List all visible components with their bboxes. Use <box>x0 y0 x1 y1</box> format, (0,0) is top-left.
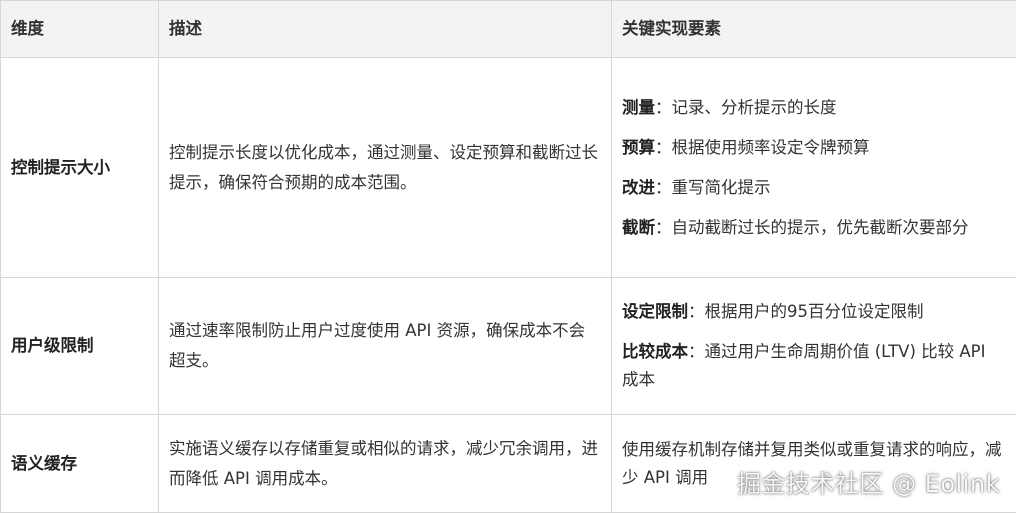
element-item: 截断：自动截断过长的提示，优先截断次要部分 <box>622 208 1006 248</box>
element-key: 预算 <box>622 137 655 157</box>
element-item: 预算：根据使用频率设定令牌预算 <box>622 128 1006 168</box>
header-description: 描述 <box>158 0 612 58</box>
element-item: 改进：重写简化提示 <box>622 168 1006 208</box>
header-key-elements: 关键实现要素 <box>611 0 1016 58</box>
element-text: 根据用户的95百分位设定限制 <box>704 302 924 321</box>
element-sep: ： <box>655 137 672 157</box>
element-item: 比较成本：通过用户生命周期价值 (LTV) 比较 API 成本 <box>622 332 1006 400</box>
element-sep: ： <box>655 177 672 197</box>
element-item: 设定限制：根据用户的95百分位设定限制 <box>622 292 1006 332</box>
element-key: 截断 <box>622 217 655 237</box>
row-elements: 设定限制：根据用户的95百分位设定限制 比较成本：通过用户生命周期价值 (LTV… <box>611 277 1016 415</box>
element-sep: ： <box>688 342 705 361</box>
row-description: 实施语义缓存以存储重复或相似的请求，减少冗余调用，进而降低 API 调用成本。 <box>158 414 612 513</box>
header-dimension: 维度 <box>0 0 159 58</box>
description-text: 控制提示长度以优化成本，通过测量、设定预算和截断过长提示，确保符合预期的成本范围… <box>169 142 598 192</box>
watermark-text: 掘金技术社区 @ Eolink <box>736 470 1000 498</box>
element-key: 比较成本 <box>622 342 688 361</box>
comparison-table: 维度 描述 关键实现要素 控制提示大小 控制提示长度以优化成本，通过测量、设定预… <box>0 0 1016 513</box>
element-item: 测量：记录、分析提示的长度 <box>622 88 1006 128</box>
element-sep: ： <box>655 217 672 237</box>
element-text: 记录、分析提示的长度 <box>671 97 837 117</box>
table-row: 控制提示大小 控制提示长度以优化成本，通过测量、设定预算和截断过长提示，确保符合… <box>0 57 1016 278</box>
table-row: 用户级限制 通过速率限制防止用户过度使用 API 资源，确保成本不会超支。 设定… <box>0 277 1016 415</box>
element-key: 改进 <box>622 177 655 197</box>
element-sep: ： <box>655 97 672 117</box>
description-text: 通过速率限制防止用户过度使用 API 资源，确保成本不会超支。 <box>169 321 586 370</box>
element-key: 测量 <box>622 97 655 117</box>
row-elements: 测量：记录、分析提示的长度 预算：根据使用频率设定令牌预算 改进：重写简化提示 … <box>611 57 1016 278</box>
element-text: 自动截断过长的提示，优先截断次要部分 <box>671 217 969 237</box>
row-dimension: 控制提示大小 <box>0 57 159 278</box>
element-text: 重写简化提示 <box>671 177 771 197</box>
element-key: 设定限制 <box>622 302 688 321</box>
row-dimension: 语义缓存 <box>0 414 159 513</box>
table-header-row: 维度 描述 关键实现要素 <box>0 0 1016 58</box>
row-dimension: 用户级限制 <box>0 277 159 415</box>
row-description: 控制提示长度以优化成本，通过测量、设定预算和截断过长提示，确保符合预期的成本范围… <box>158 57 612 278</box>
element-text: 根据使用频率设定令牌预算 <box>671 137 870 157</box>
description-text: 实施语义缓存以存储重复或相似的请求，减少冗余调用，进而降低 API 调用成本。 <box>169 438 598 488</box>
row-description: 通过速率限制防止用户过度使用 API 资源，确保成本不会超支。 <box>158 277 612 415</box>
element-sep: ： <box>688 302 705 321</box>
